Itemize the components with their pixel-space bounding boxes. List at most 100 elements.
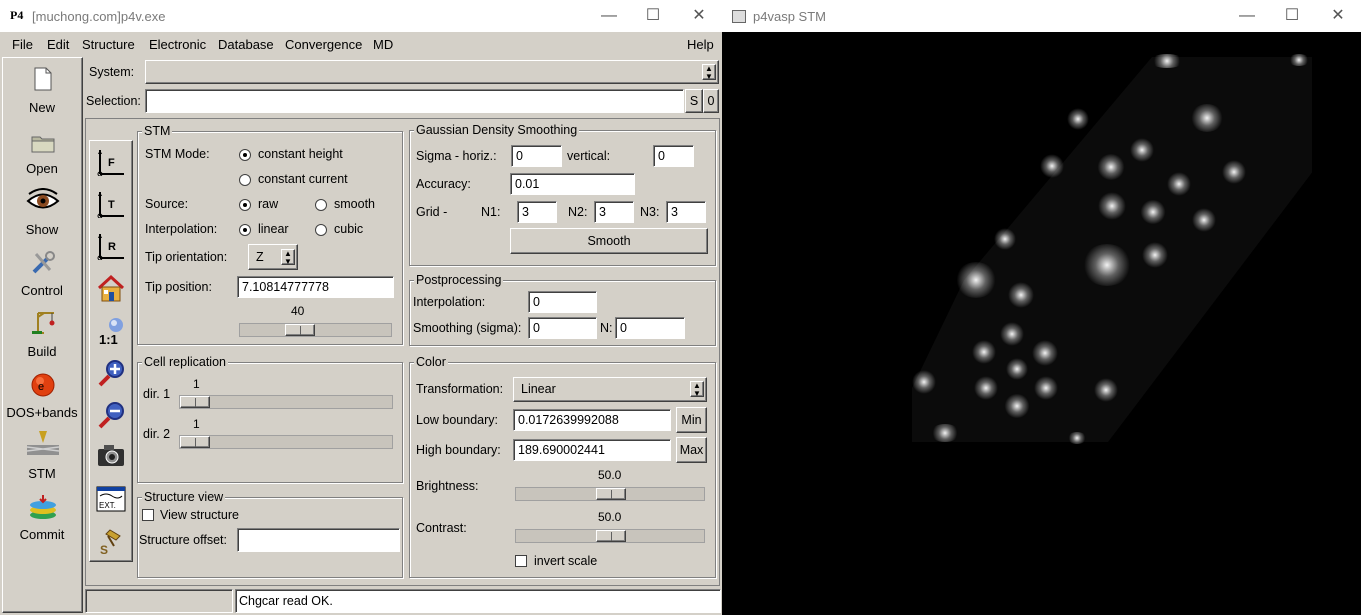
minimize-button[interactable]: — — [594, 6, 624, 26]
post-interpolation-input[interactable]: 0 — [528, 291, 597, 313]
database-icon — [30, 495, 56, 519]
sigma-horiz-label: Sigma - horiz.: — [416, 149, 497, 163]
tools-icon — [32, 251, 55, 274]
dir1-slider[interactable] — [179, 395, 393, 409]
stm-minimize-button[interactable]: — — [1232, 6, 1262, 26]
low-boundary-input[interactable]: 0.0172639992088 — [513, 409, 671, 431]
structure-view-title: Structure view — [142, 490, 226, 504]
post-interpolation-label: Interpolation: — [413, 295, 486, 309]
menu-database[interactable]: Database — [218, 34, 274, 55]
tip-orientation-spin-icon[interactable]: ▲ ▼ — [281, 249, 295, 266]
brightness-slider-thumb[interactable] — [596, 488, 626, 500]
smooth-button[interactable]: Smooth — [510, 228, 708, 254]
zoom-out-icon[interactable] — [96, 400, 126, 430]
radio-raw[interactable] — [239, 199, 251, 211]
menu-electronic[interactable]: Electronic — [149, 34, 206, 55]
electron-icon: e — [31, 373, 55, 397]
contrast-slider[interactable] — [515, 529, 705, 543]
view-zr-icon[interactable]: R — [96, 230, 126, 260]
scale-1-1-label: 1:1 — [99, 332, 118, 346]
stm-bright-spot — [1067, 108, 1089, 130]
brightness-slider[interactable] — [515, 487, 705, 501]
selection-0-button[interactable]: 0 — [703, 89, 719, 113]
stm-mode-label: STM Mode: — [145, 147, 210, 161]
stm-bright-spot — [930, 424, 960, 442]
sidebar-label-commit: Commit — [19, 527, 65, 542]
dir2-slider-thumb[interactable] — [180, 436, 210, 448]
invert-scale-checkbox[interactable] — [515, 555, 527, 567]
radio-constant-current[interactable] — [239, 174, 251, 186]
tip-position-slider[interactable] — [239, 323, 392, 337]
stm-bright-spot — [1000, 322, 1024, 346]
n1-input[interactable]: 3 — [517, 201, 557, 223]
tip-position-label: Tip position: — [145, 280, 212, 294]
system-combo[interactable]: ▲ ▼ — [145, 60, 719, 84]
min-button[interactable]: Min — [676, 407, 707, 433]
close-button[interactable]: ✕ — [684, 6, 714, 26]
stm-bright-spot — [1094, 378, 1118, 402]
n3-input[interactable]: 3 — [666, 201, 706, 223]
menu-file[interactable]: File — [12, 34, 33, 55]
dir2-slider[interactable] — [179, 435, 393, 449]
transformation-select[interactable]: Linear ▲ ▼ — [513, 377, 707, 402]
constant-height-label: constant height — [258, 147, 343, 161]
tip-position-input[interactable]: 7.10814777778 — [237, 276, 394, 298]
stm-close-button[interactable]: ✕ — [1323, 6, 1353, 26]
selection-s-button[interactable]: S — [685, 89, 703, 113]
transformation-spin-icon[interactable]: ▲ ▼ — [690, 381, 704, 398]
home-icon[interactable] — [96, 274, 126, 304]
sidebar-label-open: Open — [26, 161, 58, 176]
high-boundary-input[interactable]: 189.690002441 — [513, 439, 671, 461]
pin-icon[interactable]: S — [96, 526, 126, 556]
dir1-slider-thumb[interactable] — [180, 396, 210, 408]
stm-bright-spot — [1032, 340, 1058, 366]
status-left-pane — [85, 589, 233, 613]
radio-linear[interactable] — [239, 224, 251, 236]
radio-cubic[interactable] — [315, 224, 327, 236]
stm-bright-spot — [1140, 200, 1166, 224]
stm-bright-spot — [1288, 54, 1310, 66]
n3-label: N3: — [640, 205, 660, 219]
n2-input[interactable]: 3 — [594, 201, 634, 223]
maximize-button[interactable]: ☐ — [638, 6, 668, 26]
view-yt-icon[interactable]: T — [96, 188, 126, 218]
view-xf-icon[interactable]: F — [96, 146, 126, 176]
stm-image[interactable] — [722, 32, 1361, 615]
sigma-horiz-input[interactable]: 0 — [511, 145, 562, 167]
linear-label: linear — [258, 222, 289, 236]
smooth-label: smooth — [334, 197, 375, 211]
folder-icon — [31, 136, 55, 153]
stm-bright-spot — [994, 228, 1016, 250]
camera-icon[interactable] — [96, 440, 126, 470]
smoothing-sigma-input[interactable]: 0 — [528, 317, 597, 339]
accuracy-input[interactable]: 0.01 — [510, 173, 635, 195]
menu-edit[interactable]: Edit — [47, 34, 69, 55]
sigma-vertical-input[interactable]: 0 — [653, 145, 694, 167]
view-structure-checkbox[interactable] — [142, 509, 154, 521]
vertical-label: vertical: — [567, 149, 611, 163]
stm-maximize-button[interactable]: ☐ — [1277, 6, 1307, 26]
scale-1-1-icon[interactable]: 1:1 — [96, 316, 126, 346]
tip-orientation-select[interactable]: Z ▲ ▼ — [248, 244, 298, 270]
contrast-slider-thumb[interactable] — [596, 530, 626, 542]
tip-slider-thumb[interactable] — [285, 324, 315, 336]
stm-titlebar[interactable]: p4vasp STM — ☐ ✕ — [722, 0, 1361, 32]
menu-structure[interactable]: Structure — [82, 34, 135, 55]
structure-offset-input[interactable] — [237, 528, 400, 552]
menu-md[interactable]: MD — [373, 34, 393, 55]
ext-icon[interactable]: EXT. — [96, 484, 126, 514]
zoom-in-icon[interactable] — [96, 358, 126, 388]
post-n-input[interactable]: 0 — [615, 317, 685, 339]
main-titlebar[interactable]: P4 [muchong.com]p4v.exe — ☐ ✕ — [0, 0, 722, 32]
radio-smooth[interactable] — [315, 199, 327, 211]
radio-constant-height[interactable] — [239, 149, 251, 161]
smoothing-sigma-label: Smoothing (sigma): — [413, 321, 522, 335]
stm-group: STM — [137, 124, 403, 345]
max-button[interactable]: Max — [676, 437, 707, 463]
selection-input[interactable] — [145, 89, 684, 113]
stm-bright-spot — [1130, 138, 1154, 162]
menu-convergence[interactable]: Convergence — [285, 34, 362, 55]
system-spin-icon[interactable]: ▲ ▼ — [702, 64, 716, 81]
dir1-value: 1 — [193, 377, 200, 391]
menu-help[interactable]: Help — [687, 34, 714, 55]
